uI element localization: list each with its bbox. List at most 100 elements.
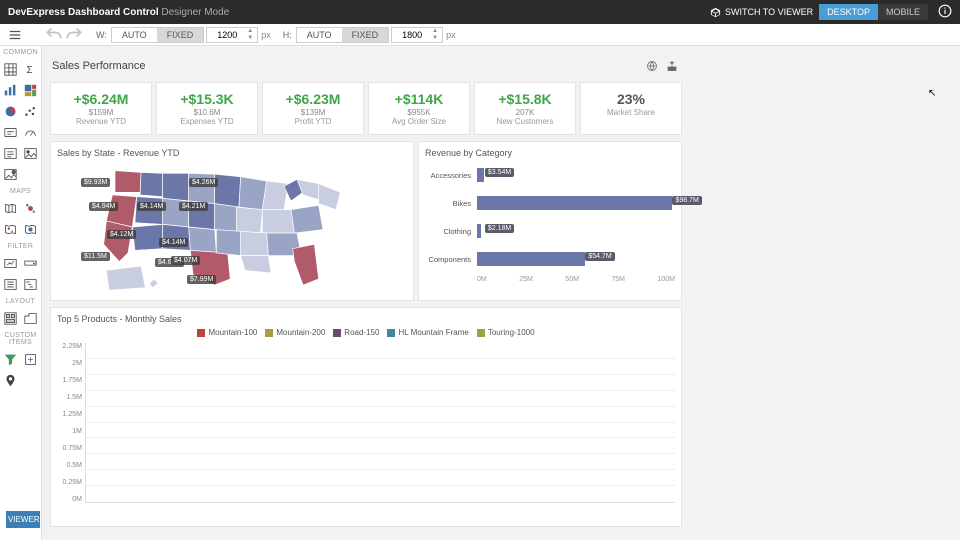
- svg-text:Σ: Σ: [27, 65, 33, 76]
- redo-icon[interactable]: [64, 25, 84, 45]
- switch-to-viewer-button[interactable]: SWITCH TO VIEWER: [704, 5, 819, 20]
- kpi-value: 23%: [589, 91, 673, 107]
- category-bar-row: Accessories$3.54M: [425, 164, 675, 186]
- kpi-label: Expenses YTD: [165, 117, 249, 126]
- bar-value: $54.7M: [585, 252, 614, 261]
- kpi-card[interactable]: +$15.8K207KNew Customers: [474, 82, 576, 135]
- kpi-card[interactable]: 23%Market Share: [580, 82, 682, 135]
- nav-section-maps: MAPS: [0, 185, 41, 198]
- app-title: DevExpress Dashboard Control Designer Mo…: [8, 7, 229, 18]
- map-data-label: $4.07M: [171, 256, 200, 265]
- top-products-chart-panel[interactable]: Top 5 Products - Monthly Sales Mountain-…: [50, 307, 682, 527]
- map-data-label: $4.14M: [137, 202, 166, 211]
- info-icon[interactable]: [938, 4, 952, 21]
- card-item-icon[interactable]: [0, 122, 21, 143]
- kpi-label: Revenue YTD: [59, 117, 143, 126]
- bar-value: $2.18M: [485, 224, 514, 233]
- map-data-label: $7.99M: [187, 275, 216, 284]
- gauge-item-icon[interactable]: [21, 122, 42, 143]
- bar-label: Components: [425, 255, 477, 264]
- revenue-category-panel[interactable]: Revenue by Category Accessories$3.54M Bik…: [418, 141, 682, 301]
- bar-label: Bikes: [425, 199, 477, 208]
- spinner-icon[interactable]: ▲▼: [432, 28, 442, 42]
- nav-section-layout: LAYOUT: [0, 295, 41, 308]
- nav-section-filter: FILTER: [0, 240, 41, 253]
- height-mode-toggle[interactable]: AUTOFIXED: [296, 27, 389, 43]
- pivot-item-icon[interactable]: Σ: [21, 59, 42, 80]
- category-bar-row: Components $54.7M: [425, 248, 675, 270]
- kpi-value: +$15.8K: [483, 91, 567, 107]
- bar-label: Accessories: [425, 171, 477, 180]
- width-mode-toggle[interactable]: AUTOFIXED: [111, 27, 204, 43]
- pie-item-icon[interactable]: [0, 101, 21, 122]
- scatter-item-icon[interactable]: [21, 101, 42, 122]
- kpi-card[interactable]: +$114K$955KAvg Order Size: [368, 82, 470, 135]
- kpi-value: +$6.24M: [59, 91, 143, 107]
- kpi-sub: $139M: [271, 108, 355, 117]
- group-item-icon[interactable]: [0, 308, 21, 329]
- dashboard-header: Sales Performance: [50, 54, 682, 82]
- panel-title: Revenue by Category: [425, 148, 675, 158]
- map-data-label: $4.26M: [189, 178, 218, 187]
- nav-section-custom: CUSTOM ITEMS: [0, 329, 41, 349]
- y-axis: 2.25M2M1.75M1.5M1.25M1M0.75M0.5M0.25M0M: [57, 343, 85, 503]
- text-item-icon[interactable]: [0, 143, 21, 164]
- map-data-label: $11.5M: [81, 252, 110, 261]
- bubble-map-icon[interactable]: [0, 219, 21, 240]
- viewer-button[interactable]: VIEWER: [6, 511, 40, 528]
- treeview-filter-icon[interactable]: [21, 274, 42, 295]
- item-toolbox: COMMON Σ MAPS: [0, 46, 42, 540]
- map-data-label: $4.14M: [159, 238, 188, 247]
- legend-item: Mountain-100: [197, 328, 257, 337]
- legend-item: Road-150: [333, 328, 379, 337]
- width-input[interactable]: ▲▼: [206, 27, 258, 43]
- bar-label: Clothing: [425, 227, 477, 236]
- combobox-filter-icon[interactable]: [21, 253, 42, 274]
- nav-section-common: COMMON: [0, 46, 41, 59]
- kpi-sub: 207K: [483, 108, 567, 117]
- map-data-label: $4.12M: [107, 230, 136, 239]
- kpi-label: Profit YTD: [271, 117, 355, 126]
- choropleth-map-icon[interactable]: [0, 198, 21, 219]
- design-canvas[interactable]: Sales Performance +$6.24M$159MRevenue YT…: [42, 46, 960, 540]
- title-bar: DevExpress Dashboard Control Designer Mo…: [0, 0, 960, 24]
- bound-image-icon[interactable]: [0, 164, 21, 185]
- kpi-label: Market Share: [589, 108, 673, 117]
- spinner-icon[interactable]: ▲▼: [247, 28, 257, 42]
- grid-item-icon[interactable]: [0, 59, 21, 80]
- funnel-icon[interactable]: [0, 349, 21, 370]
- category-bar-row: Bikes$98.7M: [425, 192, 675, 214]
- chart-plot-area: [85, 343, 675, 503]
- image-item-icon[interactable]: [21, 143, 42, 164]
- legend-item: HL Mountain Frame: [387, 328, 468, 337]
- tab-container-icon[interactable]: [21, 308, 42, 329]
- parameters-icon[interactable]: [644, 58, 660, 74]
- range-filter-icon[interactable]: [0, 253, 21, 274]
- kpi-card[interactable]: +$6.23M$139MProfit YTD: [262, 82, 364, 135]
- hamburger-icon[interactable]: [4, 24, 26, 46]
- height-label: H:: [283, 30, 292, 40]
- mobile-mode-button[interactable]: MOBILE: [878, 4, 928, 20]
- geopoint-map-icon[interactable]: [21, 198, 42, 219]
- category-bar-row: Clothing $2.18M: [425, 220, 675, 242]
- listbox-filter-icon[interactable]: [0, 274, 21, 295]
- treemap-item-icon[interactable]: [21, 80, 42, 101]
- marker-icon[interactable]: [0, 370, 21, 391]
- sales-map-panel[interactable]: Sales by State - Revenue YTD: [50, 141, 414, 301]
- legend-item: Touring-1000: [477, 328, 535, 337]
- chart-item-icon[interactable]: [0, 80, 21, 101]
- kpi-label: New Customers: [483, 117, 567, 126]
- kpi-label: Avg Order Size: [377, 117, 461, 126]
- custom-item-icon[interactable]: [21, 349, 42, 370]
- export-icon[interactable]: [664, 58, 680, 74]
- kpi-sub: $159M: [59, 108, 143, 117]
- undo-icon[interactable]: [44, 25, 64, 45]
- cursor-icon: ↖: [928, 88, 936, 99]
- kpi-card[interactable]: +$6.24M$159MRevenue YTD: [50, 82, 152, 135]
- kpi-card[interactable]: +$15.3K$10.6MExpenses YTD: [156, 82, 258, 135]
- chart-legend: Mountain-100Mountain-200Road-150HL Mount…: [57, 328, 675, 337]
- kpi-value: +$15.3K: [165, 91, 249, 107]
- desktop-mode-button[interactable]: DESKTOP: [819, 4, 878, 20]
- pie-map-icon[interactable]: [21, 219, 42, 240]
- height-input[interactable]: ▲▼: [391, 27, 443, 43]
